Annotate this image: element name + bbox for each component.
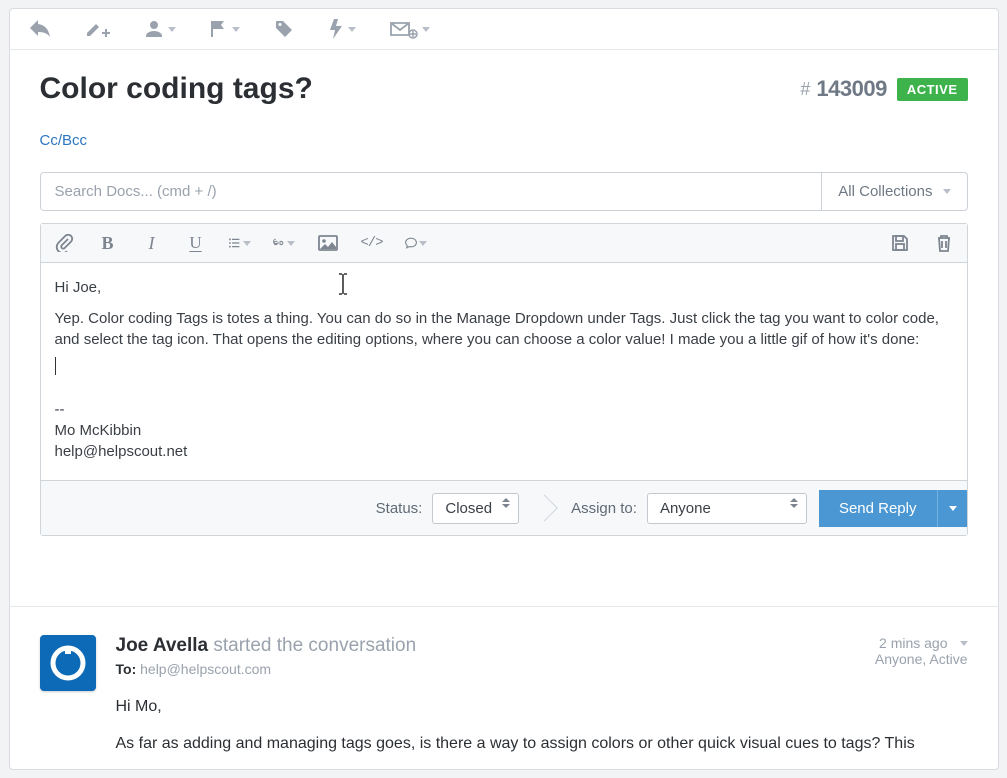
conversation-header: Color coding tags? # 143009 ACTIVE Cc/Bc…	[10, 50, 998, 158]
chevron-down-icon	[232, 27, 240, 32]
action-toolbar	[10, 9, 998, 50]
chevron-down-icon	[287, 241, 295, 246]
saved-replies-icon[interactable]	[405, 232, 427, 254]
conversation-title: Color coding tags?	[40, 72, 313, 106]
status-select[interactable]: Closed	[432, 493, 519, 524]
send-reply-button[interactable]: Send Reply	[819, 490, 937, 527]
editor-footer: Status: Closed Assign to: Anyone Send Re…	[41, 480, 967, 535]
send-reply-group: Send Reply	[819, 490, 967, 527]
link-button[interactable]	[273, 232, 295, 254]
ccbcc-toggle[interactable]: Cc/Bcc	[40, 132, 88, 149]
underline-button[interactable]: U	[185, 232, 207, 254]
chevron-down-icon	[943, 189, 951, 194]
email-options-icon[interactable]	[390, 19, 430, 39]
assign-label: Assign to:	[571, 500, 637, 517]
conversation-window: Color coding tags? # 143009 ACTIVE Cc/Bc…	[9, 8, 999, 770]
msg-body: As far as adding and managing tags goes,…	[116, 732, 968, 755]
discard-icon[interactable]	[933, 232, 955, 254]
chevron-down-icon[interactable]	[960, 641, 968, 646]
ticket-number: 143009	[816, 76, 886, 102]
thread-timestamp: 2 mins ago	[879, 635, 947, 651]
chevron-down-icon	[949, 506, 957, 511]
editor-toolbar: B I U </>	[41, 224, 967, 263]
thread-message: Hi Mo, As far as adding and managing tag…	[116, 695, 968, 755]
to-value: help@helpscout.com	[140, 661, 271, 677]
tag-icon[interactable]	[274, 19, 294, 39]
ticket-hash: #	[800, 79, 810, 100]
search-docs-input[interactable]	[41, 173, 822, 210]
chevron-divider-icon	[535, 489, 555, 527]
editor-greeting: Hi Joe,	[55, 277, 953, 298]
chevron-down-icon	[168, 27, 176, 32]
reply-editor: B I U </>	[40, 223, 968, 536]
insertion-caret	[55, 357, 56, 375]
status-label: Status:	[376, 500, 423, 517]
thread-author: Joe Avella	[116, 635, 209, 656]
assign-value: Anyone	[660, 500, 711, 517]
thread-meta: 2 mins ago Anyone, Active	[875, 635, 968, 667]
search-docs-bar: All Collections	[40, 172, 968, 211]
flag-icon[interactable]	[210, 19, 240, 39]
sig-name: Mo McKibbin	[55, 420, 953, 441]
reply-icon[interactable]	[30, 20, 50, 38]
chevron-down-icon	[419, 241, 427, 246]
stepper-icon	[790, 498, 800, 508]
to-label: To:	[116, 661, 137, 677]
thread-action: started the conversation	[213, 635, 416, 656]
collections-label: All Collections	[838, 183, 932, 200]
assign-user-icon[interactable]	[144, 19, 176, 39]
editor-paragraph: Yep. Color coding Tags is totes a thing.…	[55, 308, 953, 350]
signature: -- Mo McKibbin help@helpscout.net	[55, 399, 953, 462]
send-options-dropdown[interactable]	[937, 490, 967, 527]
stepper-icon	[502, 498, 512, 508]
chevron-down-icon	[348, 27, 356, 32]
status-value: Closed	[445, 500, 492, 517]
assign-select[interactable]: Anyone	[647, 493, 807, 524]
editor-textarea[interactable]: Hi Joe, Yep. Color coding Tags is totes …	[41, 263, 967, 480]
image-button[interactable]	[317, 232, 339, 254]
sig-email: help@helpscout.net	[55, 441, 953, 462]
bold-button[interactable]: B	[97, 232, 119, 254]
thread-title: Joe Avella started the conversation	[116, 635, 417, 657]
collections-dropdown[interactable]: All Collections	[821, 173, 966, 210]
italic-button[interactable]: I	[141, 232, 163, 254]
note-icon[interactable]	[84, 19, 110, 39]
avatar	[40, 635, 96, 691]
save-draft-icon[interactable]	[889, 232, 911, 254]
to-line: To: help@helpscout.com	[116, 661, 417, 677]
attachment-icon[interactable]	[53, 232, 75, 254]
list-button[interactable]	[229, 232, 251, 254]
code-button[interactable]: </>	[361, 232, 383, 254]
sig-divider: --	[55, 399, 953, 420]
workflow-icon[interactable]	[328, 19, 356, 39]
chevron-down-icon	[243, 241, 251, 246]
status-badge: ACTIVE	[897, 78, 968, 101]
thread-status-line: Anyone, Active	[875, 651, 968, 667]
msg-greeting: Hi Mo,	[116, 695, 968, 718]
chevron-down-icon	[422, 27, 430, 32]
conversation-thread: Joe Avella started the conversation To: …	[10, 606, 998, 769]
